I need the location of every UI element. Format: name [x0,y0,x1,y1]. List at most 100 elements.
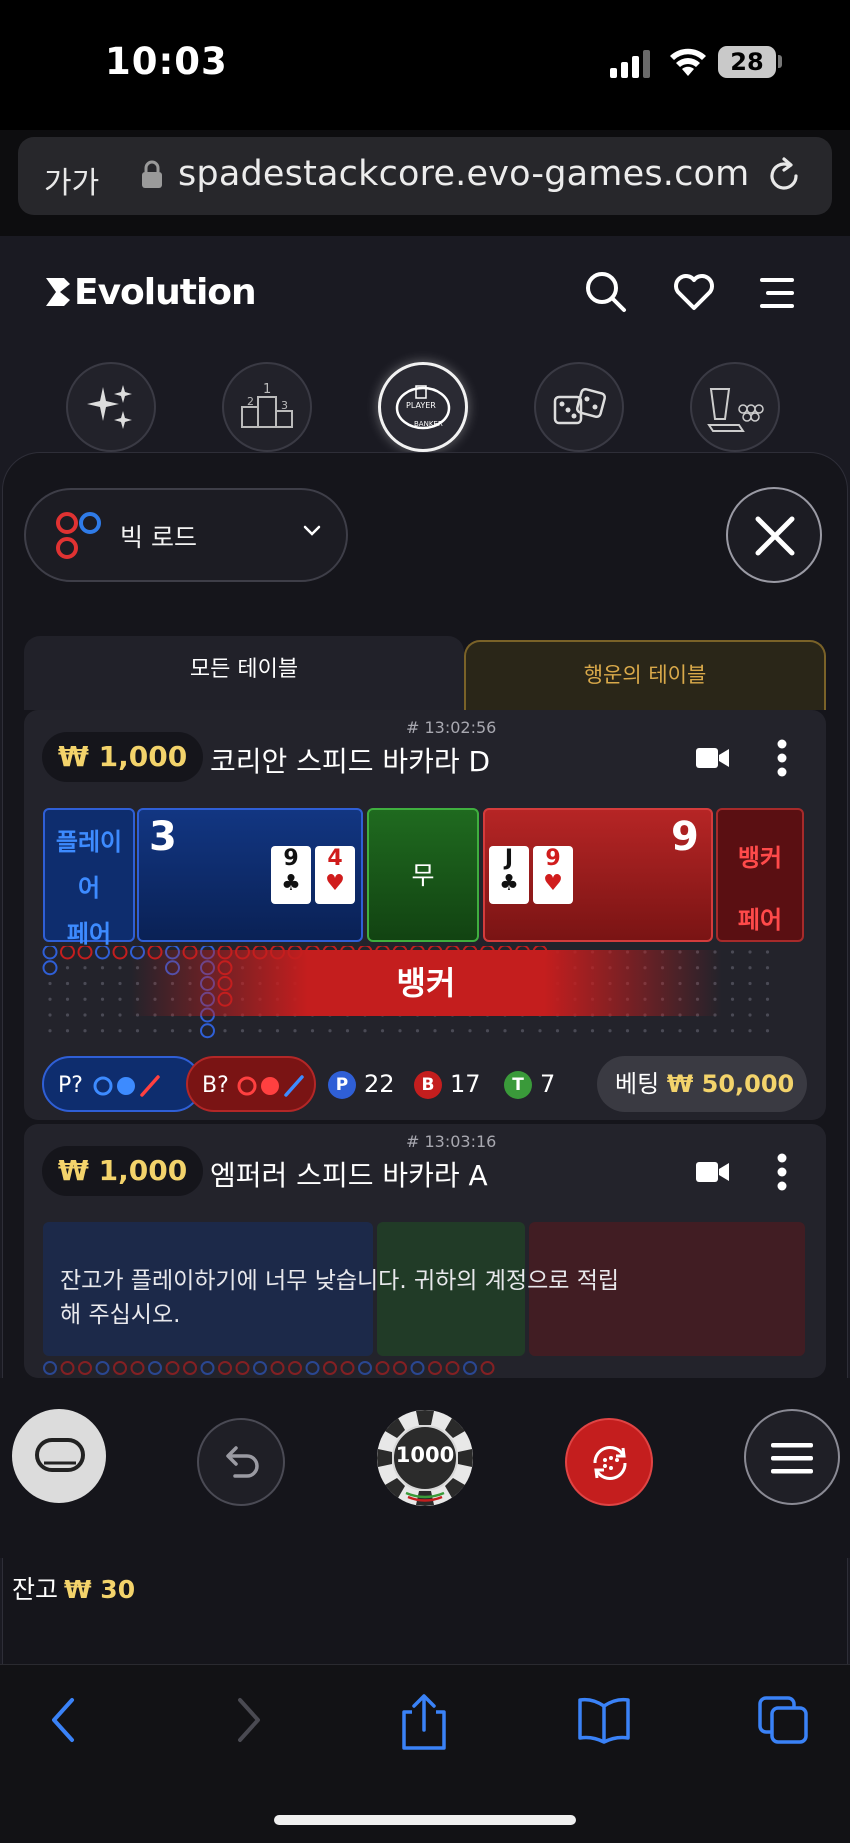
repeat-bet-button[interactable] [565,1418,653,1506]
dice-icon [553,387,607,425]
road-mark [200,1023,215,1039]
min-bet-badge: ₩ 1,000 [42,732,204,782]
bet-total-badge: 베팅 ₩ 50,000 [597,1056,807,1112]
player-card: 4 ♥ [315,846,355,904]
banker-pair-bet[interactable]: 뱅커 페어 [716,808,804,942]
banker-predict-button[interactable]: B? [186,1056,316,1112]
category-dice[interactable] [534,362,624,452]
road-dot [293,1029,297,1033]
road-mark [60,946,75,960]
road-dot [730,997,735,1001]
game-menu-button[interactable] [744,1409,840,1505]
road-dot [765,966,770,970]
player-wins-stat: P 22 [328,1070,395,1099]
back-icon[interactable] [44,1694,84,1746]
road-dot [48,997,52,1001]
road-mark [112,946,128,960]
tab-lucky-tables[interactable]: 행운의 테이블 [464,640,826,710]
road-dot [748,1013,752,1017]
road-mark [95,946,110,960]
bookmarks-icon[interactable] [576,1694,632,1746]
road-dot [730,1013,735,1017]
road-dot [65,997,70,1001]
heart-icon[interactable] [672,270,716,314]
tie-label: 무 [411,861,435,890]
road-mark [410,1361,425,1375]
forward-icon[interactable] [228,1694,268,1746]
table-view-button[interactable] [12,1409,106,1503]
undo-button[interactable] [197,1418,285,1506]
road-dot [170,1029,175,1033]
chip-value: 1000 [395,1443,455,1467]
road-mark [95,1361,110,1375]
road-dot [310,1029,315,1033]
svg-text:1: 1 [263,382,271,397]
player-bet[interactable]: 3 9 ♣ 4 ♥ [137,808,363,942]
road-dot [240,1029,245,1033]
road-dot [380,1029,385,1033]
tabs-icon[interactable] [756,1694,810,1746]
road-dot [100,1029,105,1033]
min-bet-badge: ₩ 1,000 [42,1146,204,1196]
road-mark [42,960,58,976]
repeat-icon [593,1445,627,1481]
road-dot [608,1029,612,1033]
close-button[interactable] [726,487,822,583]
big-road-icon [56,512,101,559]
text-size-button[interactable]: 가가 [44,158,99,202]
road-mark [183,1361,197,1375]
banker-bet[interactable]: J ♣ 9 ♥ 9 [483,808,713,942]
road-dot [153,1029,157,1033]
more-options-icon[interactable] [776,738,788,778]
player-score: 3 [149,814,177,860]
video-camera-icon[interactable] [696,746,730,770]
round-timestamp: # 13:03:16 [406,1132,497,1151]
category-game-shows[interactable] [690,362,780,452]
road-dot [748,981,752,986]
table-card[interactable]: # 13:02:56 ₩ 1,000 코리안 스피드 바카라 D 플레이 어 페… [24,710,826,1120]
road-dot [398,1029,402,1033]
road-dot [363,1029,367,1033]
road-dot [765,1029,770,1033]
player-predict-button[interactable]: P? [42,1056,202,1112]
category-featured[interactable] [66,362,156,452]
tie-bet[interactable]: 무 [367,808,479,942]
url-text[interactable]: spadestackcore.evo-games.com [178,154,749,194]
battery-tip [778,55,782,68]
road-dot [83,981,87,986]
road-dot [765,1013,770,1017]
banker-score: 9 [671,814,699,860]
road-type-label: 빅 로드 [120,523,197,552]
podium-icon: 1 2 3 [241,382,293,428]
road-dot [678,1029,682,1033]
road-mark [428,1361,442,1375]
video-camera-icon[interactable] [696,1160,730,1184]
banker-card: 9 ♥ [533,846,573,904]
table-card[interactable]: # 13:03:16 ₩ 1,000 엠퍼러 스피드 바카라 A 잔고가 플레이… [24,1124,826,1378]
category-baccarat[interactable]: PLAYER BANKER [378,362,468,452]
tab-all-tables[interactable]: 모든 테이블 [24,636,464,710]
svg-text:2: 2 [247,395,254,408]
road-dot [118,997,122,1001]
menu-icon[interactable] [760,276,800,310]
table-name: 코리안 스피드 바카라 D [210,745,491,778]
road-dot [100,997,105,1001]
road-dot [765,997,770,1001]
road-dot [118,981,122,986]
road-dot [100,966,105,970]
banker-card: J ♣ [489,846,529,904]
road-dot [83,1013,87,1017]
road-mark [340,1361,355,1375]
more-options-icon[interactable] [776,1152,788,1192]
category-top-games[interactable]: 1 2 3 [222,362,312,452]
road-dot [118,1029,122,1033]
reload-icon[interactable] [764,156,804,196]
status-time: 10:03 [105,40,228,83]
search-icon[interactable] [584,270,628,314]
road-dot [135,1029,140,1033]
player-pair-bet[interactable]: 플레이 어 페어 [43,808,135,948]
road-dot [713,1029,717,1033]
road-dot [83,1029,87,1033]
share-icon[interactable] [398,1694,450,1752]
home-indicator [274,1815,576,1825]
